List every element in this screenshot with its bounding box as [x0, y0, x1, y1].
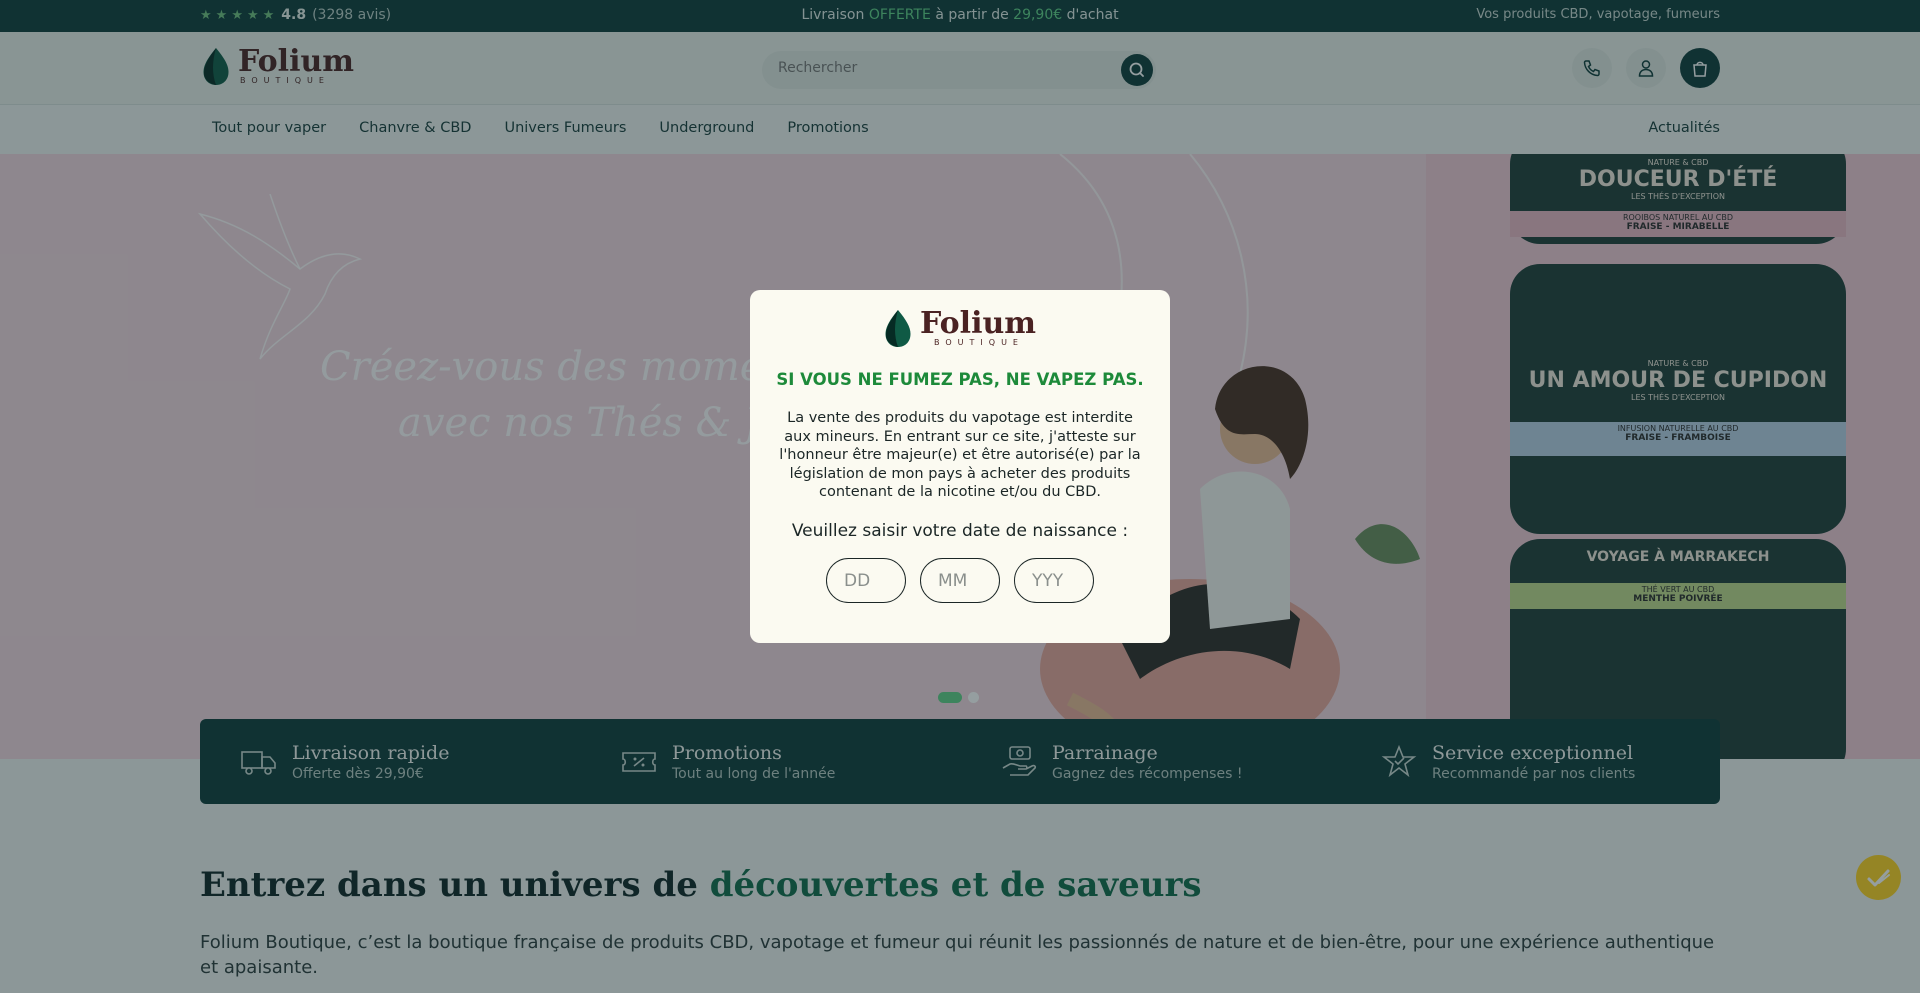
- birthdate-prompt: Veuillez saisir votre date de naissance …: [791, 521, 1129, 541]
- modal-logo: Folium BOUTIQUE: [882, 308, 1036, 348]
- leaf-logo-icon: [885, 310, 911, 347]
- health-warning: SI VOUS NE FUMEZ PAS, NE VAPEZ PAS.: [776, 370, 1144, 389]
- logo-wordmark: Folium: [920, 305, 1037, 341]
- birth-day-input[interactable]: [826, 558, 906, 603]
- birth-month-input[interactable]: [920, 558, 1000, 603]
- legal-notice: La vente des produits du vapotage est in…: [779, 410, 1141, 500]
- birthdate-inputs: [826, 558, 1094, 603]
- birth-year-input[interactable]: [1014, 558, 1094, 603]
- age-verification-modal: Folium BOUTIQUE SI VOUS NE FUMEZ PAS, NE…: [750, 290, 1170, 643]
- logo-subtitle: BOUTIQUE: [934, 337, 1024, 347]
